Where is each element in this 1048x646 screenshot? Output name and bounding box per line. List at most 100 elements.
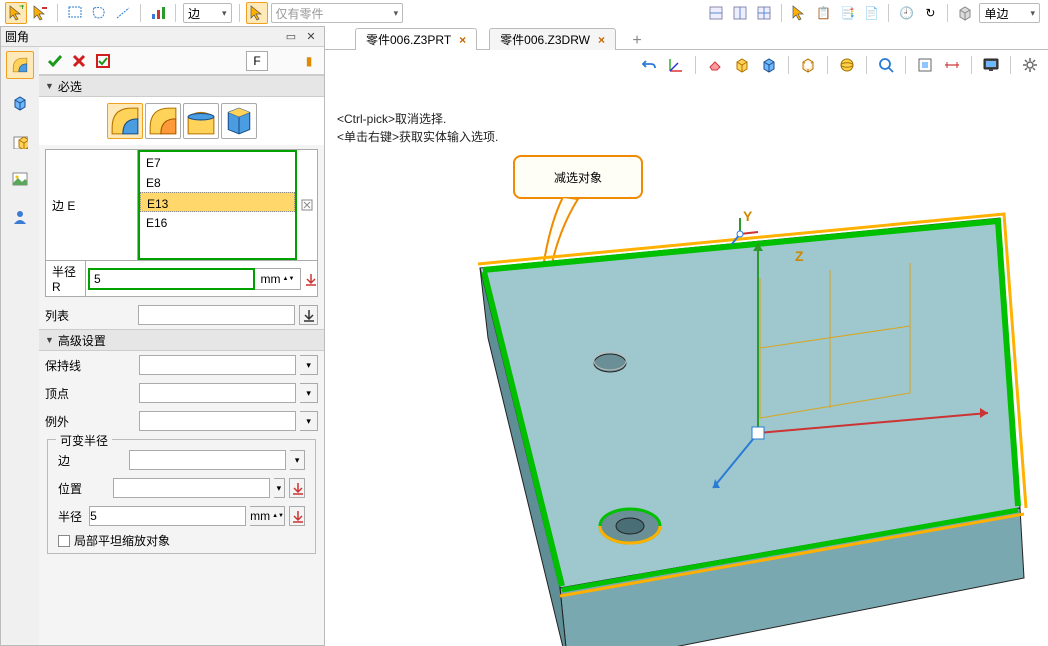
tab-close-icon[interactable]: × <box>598 33 605 47</box>
tab-add-icon[interactable]: + <box>628 32 646 50</box>
panel-close-icon[interactable]: ✕ <box>302 30 320 44</box>
list-label: 列表 <box>45 307 134 324</box>
local-scale-row[interactable]: 局部平坦缩放对象 <box>52 530 311 551</box>
edge-pick-icon[interactable] <box>300 198 314 212</box>
filter-edges-dropdown[interactable]: 边▾ <box>183 3 232 23</box>
vertex-drop[interactable]: ▾ <box>300 383 318 403</box>
side-icon-strip: ⊢ <box>1 47 39 645</box>
side-fillet-icon[interactable] <box>6 51 34 79</box>
vt-cube-b-icon[interactable] <box>758 54 780 76</box>
tb-c[interactable] <box>753 2 775 24</box>
tb-history-icon[interactable]: 🕘 <box>895 2 917 24</box>
pointer-tool[interactable]: + <box>5 2 27 24</box>
vt-undo-icon[interactable] <box>638 54 660 76</box>
vt-cube-y-icon[interactable] <box>731 54 753 76</box>
fillet-type-1[interactable] <box>107 103 143 139</box>
tb-pointer3[interactable] <box>788 2 810 24</box>
var-edge-input[interactable] <box>129 450 286 470</box>
radius-input[interactable] <box>88 268 255 290</box>
tb-d[interactable]: 📋 <box>812 2 834 24</box>
tb-f[interactable]: 📄 <box>860 2 882 24</box>
tb-b[interactable] <box>729 2 751 24</box>
info-button[interactable] <box>272 51 294 71</box>
edge-item[interactable]: E8 <box>140 172 295 192</box>
f-button[interactable]: F <box>246 51 268 71</box>
local-scale-label: 局部平坦缩放对象 <box>74 532 170 549</box>
list-input[interactable] <box>138 305 295 325</box>
canvas[interactable]: <Ctrl-pick>取消选择. <单击右键>获取实体输入选项. 减选对象 <box>325 80 1048 646</box>
tb-a[interactable] <box>705 2 727 24</box>
var-radius-unit[interactable]: mm ▲▼ <box>250 506 285 526</box>
panel-minimize-icon[interactable]: ▭ <box>282 30 300 44</box>
exception-label: 例外 <box>45 413 135 430</box>
vertex-label: 顶点 <box>45 385 135 402</box>
keepline-label: 保持线 <box>45 357 135 374</box>
tb-e[interactable]: 📑 <box>836 2 858 24</box>
list-add-icon[interactable] <box>299 305 318 325</box>
tb-wireframe-icon[interactable] <box>954 2 976 24</box>
section-required-header[interactable]: ▼ 必选 <box>39 75 324 97</box>
filter-single-edge[interactable]: 单边▾ <box>979 3 1040 23</box>
radius-dl-icon[interactable] <box>303 272 317 286</box>
exception-input[interactable] <box>139 411 296 431</box>
var-radius-dl-icon[interactable] <box>289 506 305 526</box>
edge-item[interactable]: E7 <box>140 152 295 172</box>
section-advanced-header[interactable]: ▼ 高级设置 <box>39 329 324 351</box>
vt-gear-icon[interactable] <box>1019 54 1041 76</box>
chevron-down-icon: ▼ <box>45 335 54 345</box>
sel-box-icon[interactable] <box>64 2 86 24</box>
local-scale-checkbox[interactable] <box>58 535 70 547</box>
sel-line-icon[interactable] <box>112 2 134 24</box>
side-cube-icon[interactable]: ⊢ <box>6 89 34 117</box>
document-tabbar: 零件006.Z3PRT × 零件006.Z3DRW × + <box>325 26 1048 50</box>
edge-item[interactable]: E16 <box>140 212 295 232</box>
cancel-button[interactable] <box>68 50 90 72</box>
vt-monitor-icon[interactable] <box>980 54 1002 76</box>
vt-zoom-icon[interactable] <box>875 54 897 76</box>
vt-dim-icon[interactable] <box>941 54 963 76</box>
pointer-minus[interactable] <box>29 2 51 24</box>
edge-list[interactable]: E7 E8 E13 E16 <box>138 150 297 260</box>
var-edge-drop[interactable]: ▾ <box>290 450 305 470</box>
tab-close-icon[interactable]: × <box>459 33 466 47</box>
side-cube2-icon[interactable] <box>6 127 34 155</box>
keepline-input[interactable] <box>139 355 296 375</box>
panel-action-row: F ▮ <box>39 47 324 75</box>
fillet-panel: 圆角 ▭ ✕ ⊢ F ▮ ▼ 必选 <box>0 26 325 646</box>
apply-button[interactable] <box>92 50 114 72</box>
radius-unit[interactable]: mm ▲▼ <box>255 268 301 290</box>
ok-button[interactable] <box>44 50 66 72</box>
var-pos-dl-icon[interactable] <box>289 478 305 498</box>
vt-axis-icon[interactable] <box>665 54 687 76</box>
edge-label: 边 E <box>46 150 138 260</box>
side-user-icon[interactable] <box>6 203 34 231</box>
vt-cube-w-icon[interactable] <box>797 54 819 76</box>
pointer-tool-2[interactable] <box>246 2 268 24</box>
viewport-pane: 零件006.Z3PRT × 零件006.Z3DRW × + <Ctrl-pick… <box>325 26 1048 646</box>
vt-eraser-icon[interactable] <box>704 54 726 76</box>
fillet-type-2[interactable] <box>145 103 181 139</box>
panel-expand-icon[interactable]: ▮ <box>298 51 320 71</box>
exception-drop[interactable]: ▾ <box>300 411 318 431</box>
vt-square-icon[interactable] <box>914 54 936 76</box>
filter-parts-dropdown[interactable]: 仅有零件▾ <box>271 3 404 23</box>
svg-text:+: + <box>19 5 24 13</box>
var-radius-input[interactable] <box>89 506 246 526</box>
side-image-icon[interactable] <box>6 165 34 193</box>
fillet-type-4[interactable] <box>221 103 257 139</box>
variable-radius-legend: 可变半径 <box>56 432 112 449</box>
var-pos-drop[interactable]: ▾ <box>274 478 285 498</box>
vertex-input[interactable] <box>139 383 296 403</box>
fillet-type-3[interactable] <box>183 103 219 139</box>
variable-radius-group: 可变半径 边 ▾ 位置 ▾ 半径 mm ▲▼ <box>47 439 316 554</box>
chart-icon[interactable] <box>147 2 169 24</box>
vt-sphere-icon[interactable] <box>836 54 858 76</box>
top-toolbar: + 边▾ 仅有零件▾ 📋 📑 📄 🕘 ↻ 单边▾ <box>0 0 1048 26</box>
tb-refresh-icon[interactable]: ↻ <box>919 2 941 24</box>
var-pos-input[interactable] <box>113 478 270 498</box>
keepline-drop[interactable]: ▾ <box>300 355 318 375</box>
edge-item-selected[interactable]: E13 <box>140 192 295 212</box>
sel-lasso-icon[interactable] <box>88 2 110 24</box>
tab-z3drw[interactable]: 零件006.Z3DRW × <box>489 28 616 50</box>
tab-z3prt[interactable]: 零件006.Z3PRT × <box>355 28 477 50</box>
